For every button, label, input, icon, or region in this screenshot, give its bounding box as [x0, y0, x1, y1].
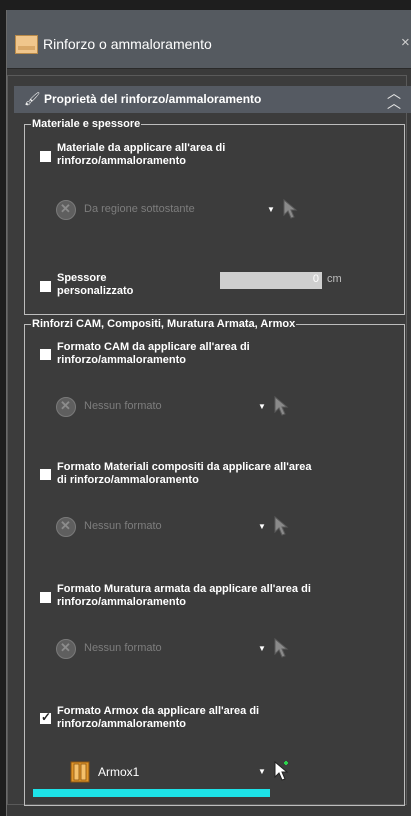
masonry-label-line1: Formato Muratura armata da applicare all…	[57, 583, 311, 595]
cam-checkbox-label: Formato CAM da applicare all'area di rin…	[57, 341, 250, 367]
cam-label-line1: Formato CAM da applicare all'area di	[57, 341, 250, 353]
material-label-line2: rinforzo/ammaloramento	[57, 155, 186, 167]
reinforcements-legend: Rinforzi CAM, Compositi, Muratura Armata…	[32, 318, 296, 330]
chevron-down-icon[interactable]: ▼	[258, 402, 266, 411]
armox-combo[interactable]: Armox1 ▼	[68, 758, 308, 788]
title-bar: Rinforzo o ammaloramento ×	[7, 10, 411, 69]
picker-cursor-icon[interactable]	[281, 198, 299, 220]
close-icon[interactable]: ×	[401, 34, 410, 51]
composites-combo[interactable]: Nessun formato ▼	[56, 513, 306, 543]
thickness-label-line2: personalizzato	[57, 285, 134, 297]
masonry-combo[interactable]: Nessun formato ▼	[56, 635, 306, 665]
thickness-checkbox-label: Spessore personalizzato	[57, 272, 133, 298]
chevron-down-icon[interactable]: ▼	[267, 205, 275, 214]
window-title: Rinforzo o ammaloramento	[43, 36, 212, 52]
material-label-line1: Materiale da applicare all'area di	[57, 142, 226, 154]
material-thickness-legend: Materiale e spessore	[32, 118, 141, 130]
material-checkbox[interactable]	[40, 151, 51, 162]
masonry-checkbox-label: Formato Muratura armata da applicare all…	[57, 583, 311, 609]
composites-checkbox-label: Formato Materiali compositi da applicare…	[57, 461, 311, 487]
chevron-down-icon[interactable]: ▼	[258, 767, 266, 776]
cam-checkbox[interactable]	[40, 349, 51, 360]
material-checkbox-label: Materiale da applicare all'area di rinfo…	[57, 142, 225, 168]
disabled-icon	[56, 397, 76, 417]
cam-combo[interactable]: Nessun formato ▼	[56, 393, 306, 423]
picker-cursor-icon[interactable]	[272, 637, 290, 659]
armox-label-line1: Formato Armox da applicare all'area di	[57, 705, 260, 717]
collapse-icon[interactable]: ︿ ︿	[387, 86, 401, 110]
composites-checkbox[interactable]	[40, 469, 51, 480]
armox-checkbox-label: Formato Armox da applicare all'area di r…	[57, 705, 259, 731]
masonry-checkbox[interactable]	[40, 592, 51, 603]
selection-highlight-bar	[33, 789, 270, 797]
masonry-label-line2: rinforzo/ammaloramento	[57, 596, 186, 608]
picker-cursor-icon[interactable]	[272, 395, 290, 417]
cam-label-line2: rinforzo/ammaloramento	[57, 354, 186, 366]
picker-cursor-active-icon[interactable]	[272, 760, 290, 782]
chevron-down-icon[interactable]: ▼	[258, 522, 266, 531]
armox-icon	[70, 761, 90, 783]
brush-icon: 🖌	[24, 91, 41, 106]
armox-combo-value: Armox1	[98, 765, 140, 779]
thickness-label-line1: Spessore	[57, 272, 107, 284]
section-title: Proprietà del rinforzo/ammaloramento	[44, 92, 262, 106]
thickness-input[interactable]: 0	[220, 272, 322, 289]
material-combo[interactable]: Da regione sottostante ▼	[56, 196, 306, 226]
cam-combo-value: Nessun formato	[84, 400, 162, 412]
composites-label-line1: Formato Materiali compositi da applicare…	[57, 461, 312, 473]
masonry-combo-value: Nessun formato	[84, 642, 162, 654]
reinforcement-icon	[15, 35, 38, 54]
armox-checkbox[interactable]	[40, 710, 51, 724]
composites-label-line2: di rinforzo/ammaloramento	[57, 474, 199, 486]
disabled-icon	[56, 517, 76, 537]
material-combo-value: Da regione sottostante	[84, 203, 195, 215]
composites-combo-value: Nessun formato	[84, 520, 162, 532]
section-header[interactable]: 🖌 Proprietà del rinforzo/ammaloramento ︿…	[14, 86, 411, 113]
disabled-icon	[56, 200, 76, 220]
chevron-down-icon[interactable]: ▼	[258, 644, 266, 653]
thickness-value: 0	[312, 273, 319, 285]
thickness-unit: cm	[327, 273, 342, 285]
picker-cursor-icon[interactable]	[272, 515, 290, 537]
thickness-checkbox[interactable]	[40, 281, 51, 292]
reinforcements-group: Rinforzi CAM, Compositi, Muratura Armata…	[24, 318, 405, 806]
armox-label-line2: rinforzo/ammaloramento	[57, 718, 186, 730]
disabled-icon	[56, 639, 76, 659]
